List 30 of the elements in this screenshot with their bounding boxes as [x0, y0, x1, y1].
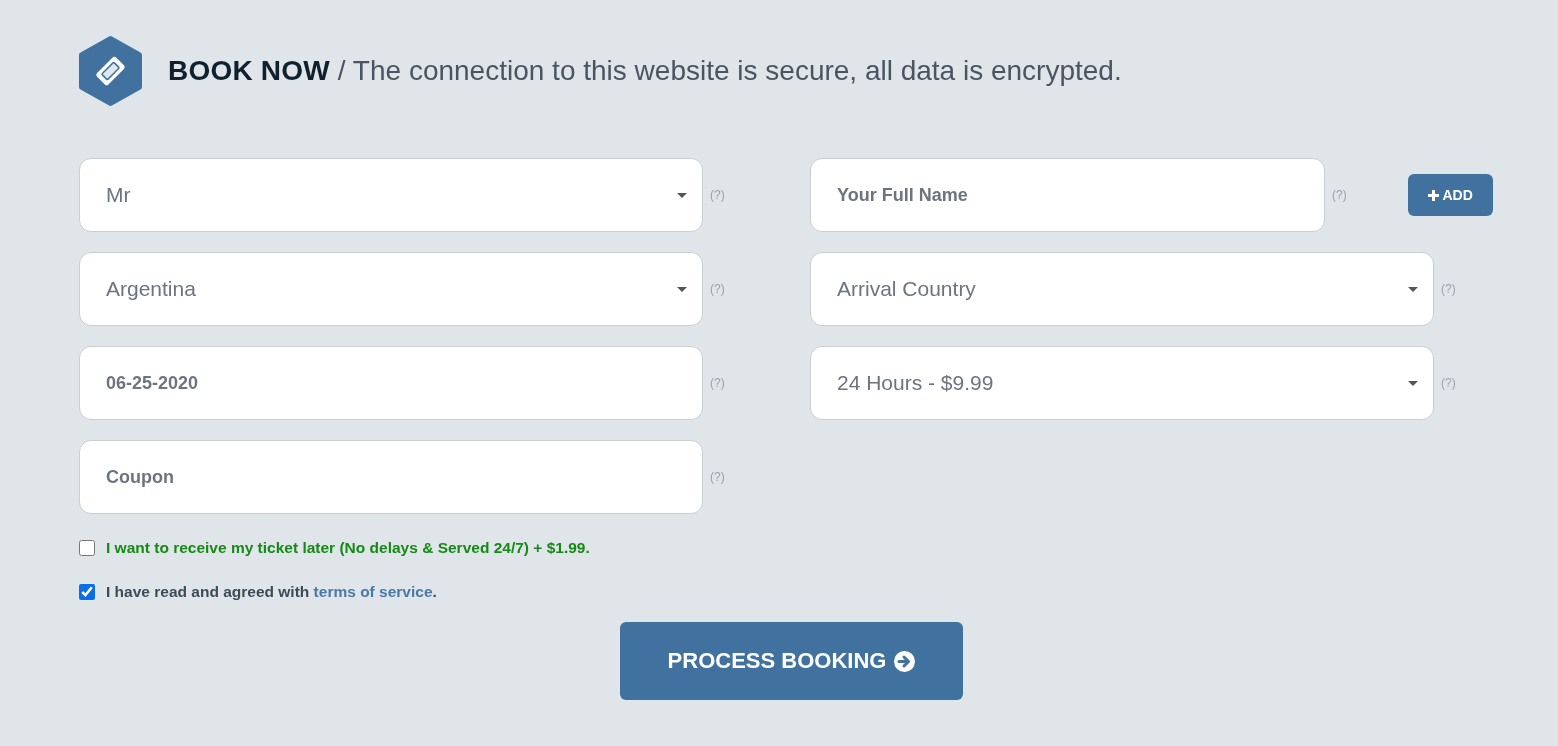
dropdown-field[interactable]: 24 Hours - $9.99: [810, 346, 1434, 420]
checkbox[interactable]: [79, 540, 95, 556]
caret-icon: [677, 286, 687, 292]
dropdown-field[interactable]: Argentina: [79, 252, 703, 326]
help-hint[interactable]: (?): [710, 470, 725, 484]
input-field[interactable]: Coupon: [79, 440, 703, 514]
caret-icon: [1408, 380, 1418, 386]
dropdown-field[interactable]: Arrival Country: [810, 252, 1434, 326]
help-hint[interactable]: (?): [1441, 282, 1456, 296]
page-subtitle: / The connection to this website is secure, all data is encrypted.: [337, 55, 1122, 87]
input-field[interactable]: Your Full Name: [810, 158, 1325, 232]
offer-label: I want to receive my ticket later (No delays & Served 24/7) + $1.99.: [106, 539, 590, 557]
ticket-icon: [79, 36, 142, 106]
arrow-circle-icon: [894, 650, 916, 672]
add-button[interactable]: ADD: [1407, 174, 1493, 216]
process-booking-button[interactable]: PROCESS BOOKING: [620, 622, 963, 700]
dropdown-field[interactable]: Mr: [79, 158, 703, 232]
page-title: BOOK NOW: [168, 55, 330, 87]
input-field[interactable]: 06-25-2020: [79, 346, 703, 420]
help-hint[interactable]: (?): [1332, 188, 1347, 202]
caret-icon: [677, 192, 687, 198]
terms-link[interactable]: terms of service: [313, 583, 433, 600]
help-hint[interactable]: (?): [710, 282, 725, 296]
help-hint[interactable]: (?): [710, 376, 725, 390]
checkbox[interactable]: [79, 584, 95, 600]
help-hint[interactable]: (?): [710, 188, 725, 202]
caret-icon: [1408, 286, 1418, 292]
terms-label: I have read and agreed with terms of service.: [106, 583, 437, 601]
plus-icon: [1427, 189, 1439, 201]
help-hint[interactable]: (?): [1441, 376, 1456, 390]
